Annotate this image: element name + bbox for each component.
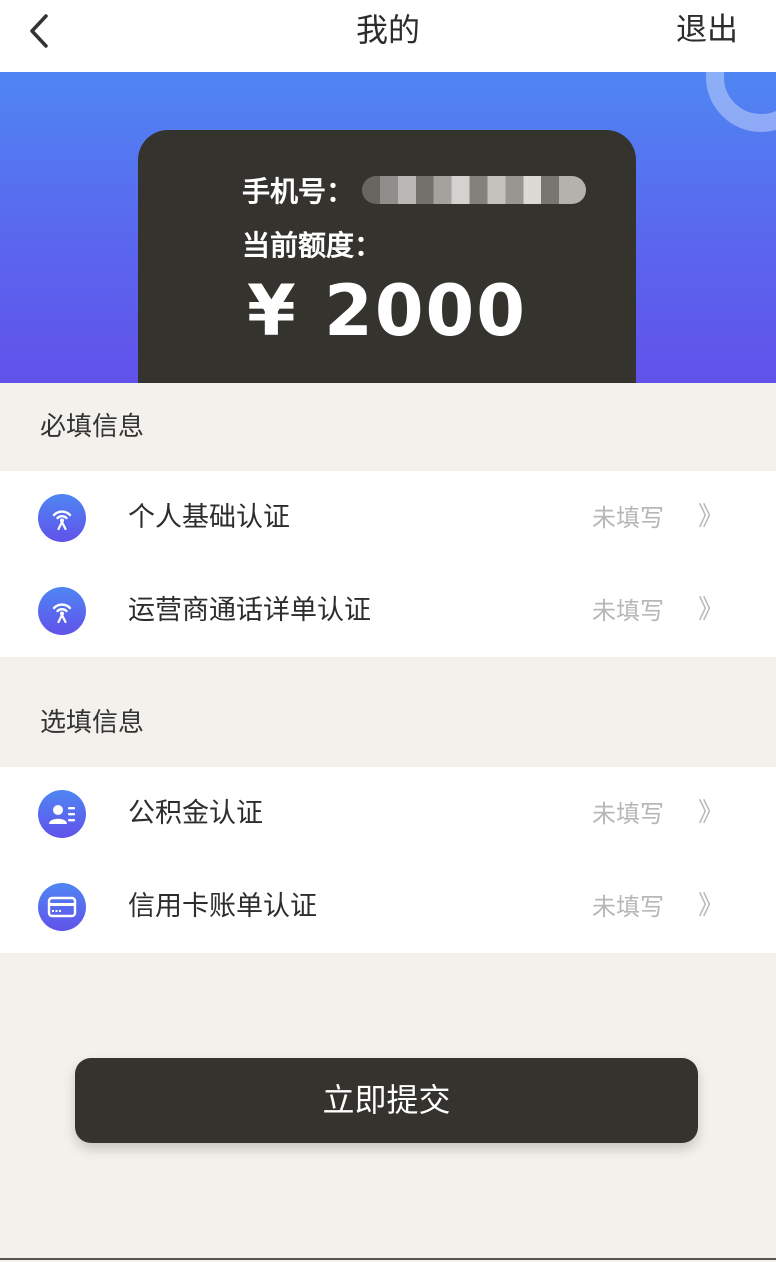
credit-card-icon xyxy=(38,883,86,931)
list-item-fund-auth[interactable]: 公积金认证 未填写 》 xyxy=(0,767,776,860)
list-item-carrier-auth[interactable]: 运营商通话详单认证 未填写 》 xyxy=(0,564,776,657)
phone-number-masked xyxy=(362,176,586,204)
hero-banner: 手机号： 当前额度： ¥ 2000 xyxy=(0,72,776,383)
bottom-divider xyxy=(0,1258,776,1260)
nav-bar: 我的 退出 xyxy=(0,0,776,72)
item-label: 运营商通话详单认证 xyxy=(128,595,371,626)
phone-label: 手机号： xyxy=(242,175,355,208)
item-label: 公积金认证 xyxy=(128,798,263,829)
double-chevron-right-icon: 》 xyxy=(697,595,724,625)
section-title-required: 必填信息 xyxy=(40,412,145,442)
required-list: 个人基础认证 未填写 》 运营商通话详单认证 未填写 》 xyxy=(0,471,776,657)
credit-card-panel: 手机号： 当前额度： ¥ 2000 xyxy=(138,130,636,383)
quota-label: 当前额度： xyxy=(242,229,383,262)
submit-button[interactable]: 立即提交 xyxy=(75,1058,698,1143)
double-chevron-right-icon: 》 xyxy=(697,891,724,921)
signal-icon xyxy=(38,494,86,542)
item-status: 未填写 xyxy=(592,800,664,828)
logout-button[interactable]: 退出 xyxy=(676,8,738,52)
optional-list: 公积金认证 未填写 》 信用卡账单认证 未填写 》 xyxy=(0,767,776,953)
item-status: 未填写 xyxy=(592,893,664,921)
decorative-ring xyxy=(706,72,776,132)
id-card-icon xyxy=(38,790,86,838)
signal-icon xyxy=(38,587,86,635)
section-title-optional: 选填信息 xyxy=(40,708,145,738)
page-title: 我的 xyxy=(355,11,420,49)
item-label: 信用卡账单认证 xyxy=(128,891,317,922)
list-item-basic-auth[interactable]: 个人基础认证 未填写 》 xyxy=(0,471,776,564)
list-item-creditcard-auth[interactable]: 信用卡账单认证 未填写 》 xyxy=(0,860,776,953)
credit-amount: ¥ 2000 xyxy=(247,270,527,352)
item-label: 个人基础认证 xyxy=(128,502,290,533)
item-status: 未填写 xyxy=(592,504,664,532)
item-status: 未填写 xyxy=(592,597,664,625)
double-chevron-right-icon: 》 xyxy=(697,502,724,532)
double-chevron-right-icon: 》 xyxy=(697,798,724,828)
